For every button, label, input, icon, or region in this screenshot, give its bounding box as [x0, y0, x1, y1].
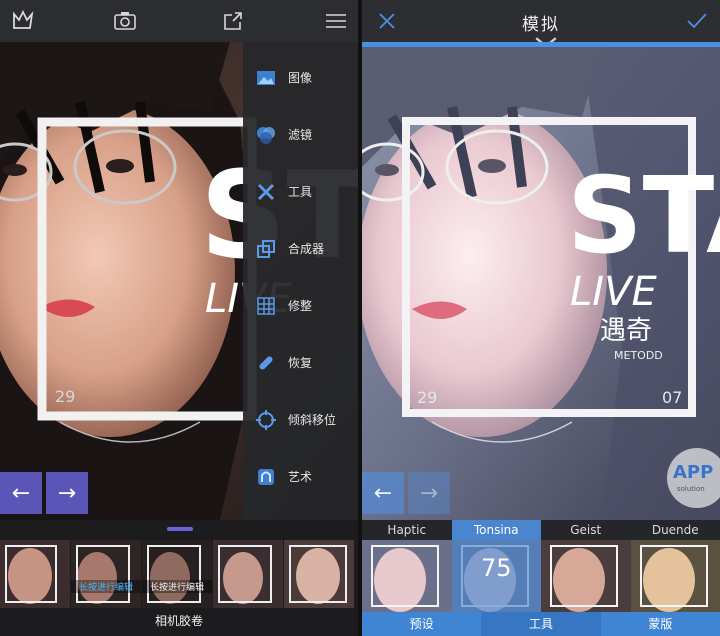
left-topbar — [0, 0, 358, 42]
photo-canvas-preview[interactable]: STA LIVE 遇奇 METODD 29 07 — [362, 47, 720, 520]
tab-tools[interactable]: 工具 — [481, 612, 601, 636]
camera-roll-label[interactable]: 相机胶卷 — [0, 612, 358, 629]
right-topbar: 模拟 — [362, 0, 720, 48]
menu-item-adjust[interactable]: 修整 — [243, 278, 358, 334]
confirm-check-icon[interactable] — [684, 8, 710, 34]
poster-number-right: 07 — [662, 388, 682, 407]
menu-item-tilt-shift[interactable]: 倾斜移位 — [243, 392, 358, 448]
poster-live-text: LIVE — [570, 269, 657, 315]
filter-presets-strip: Haptic Tonsina 75 Geist Duende — [362, 520, 720, 612]
compositor-icon — [255, 238, 277, 260]
menu-item-art[interactable]: 艺术 — [243, 449, 358, 505]
share-icon[interactable] — [220, 8, 246, 34]
right-screen: 模拟 ST LIVE 遇奇 METODD 29 07 ← → APP solut… — [362, 0, 720, 636]
menu-item-filter[interactable]: 滤镜 — [243, 107, 358, 163]
menu-item-label: 倾斜移位 — [288, 413, 337, 427]
thumbnail-item[interactable]: 长按进行编辑 — [142, 540, 212, 608]
previous-arrow-button[interactable]: ← — [362, 472, 404, 514]
thumbnail-item[interactable] — [213, 540, 283, 608]
thumbnail-item[interactable] — [0, 540, 70, 608]
thumbnail-item[interactable] — [284, 540, 354, 608]
thumbnail-row: 长按进行编辑 长按进行编辑 — [0, 540, 358, 608]
menu-item-image[interactable]: 图像 — [243, 50, 358, 106]
filter-name: Geist — [570, 523, 602, 537]
tools-icon — [255, 181, 277, 203]
poster-number-left: 29 — [55, 387, 75, 406]
menu-item-tools[interactable]: 工具 — [243, 164, 358, 220]
menu-item-label: 合成器 — [288, 242, 325, 256]
art-icon — [255, 466, 277, 488]
filter-icon — [255, 124, 277, 146]
long-press-edit-caption: 长按进行编辑 — [71, 580, 141, 593]
menu-item-compositor[interactable]: 合成器 — [243, 221, 358, 277]
menu-item-label: 工具 — [288, 185, 313, 199]
next-arrow-button[interactable]: → — [408, 472, 450, 514]
next-arrow-button[interactable]: → — [46, 472, 88, 514]
adjust-icon — [255, 295, 277, 317]
watermark-badge: APP solution — [667, 448, 720, 508]
filter-preset-geist[interactable]: Geist — [541, 520, 631, 612]
left-screen: STA LIVE 29 图像 滤镜 工具 合成器 修整 恢复 — [0, 0, 358, 636]
watermark-text: APP — [673, 462, 714, 483]
long-press-edit-caption: 长按进行编辑 — [142, 580, 212, 593]
filter-preset-duende[interactable]: Duende — [630, 520, 720, 612]
hamburger-menu-icon[interactable] — [323, 8, 349, 34]
watermark-subtext: solution — [677, 485, 705, 493]
filter-name: Duende — [651, 523, 699, 537]
menu-item-label: 修整 — [288, 299, 313, 313]
bottom-tabs: 预设 工具 蒙版 — [362, 612, 720, 636]
menu-item-label: 图像 — [288, 71, 313, 85]
menu-item-label: 恢复 — [288, 356, 313, 370]
camera-icon[interactable] — [112, 8, 138, 34]
tilt-shift-icon — [255, 409, 277, 431]
poster-big-text: STA — [567, 155, 720, 277]
poster-number-left: 29 — [417, 388, 437, 407]
filter-preset-haptic[interactable]: Haptic — [362, 520, 452, 612]
tab-masks[interactable]: 蒙版 — [601, 612, 720, 636]
poster-subtitle: METODD — [614, 349, 663, 362]
image-icon — [255, 67, 277, 89]
tab-presets[interactable]: 预设 — [362, 612, 481, 636]
heal-icon — [255, 352, 277, 374]
tools-menu-panel: 图像 滤镜 工具 合成器 修整 恢复 倾斜移位 艺术 — [243, 42, 358, 520]
drawer-handle[interactable] — [167, 527, 193, 531]
thumbnail-item[interactable]: 长按进行编辑 — [71, 540, 141, 608]
menu-item-label: 滤镜 — [288, 128, 313, 142]
filter-name: Haptic — [387, 523, 427, 537]
menu-item-label: 艺术 — [288, 470, 313, 484]
previous-arrow-button[interactable]: ← — [0, 472, 42, 514]
filter-name: Tonsina — [473, 523, 519, 537]
logo-icon[interactable] — [10, 8, 36, 34]
poster-chinese-text: 遇奇 — [600, 316, 652, 346]
filter-strength-value[interactable]: 75 — [452, 554, 542, 582]
filter-preset-tonsina[interactable]: Tonsina 75 — [451, 520, 542, 612]
menu-item-heal[interactable]: 恢复 — [243, 335, 358, 391]
